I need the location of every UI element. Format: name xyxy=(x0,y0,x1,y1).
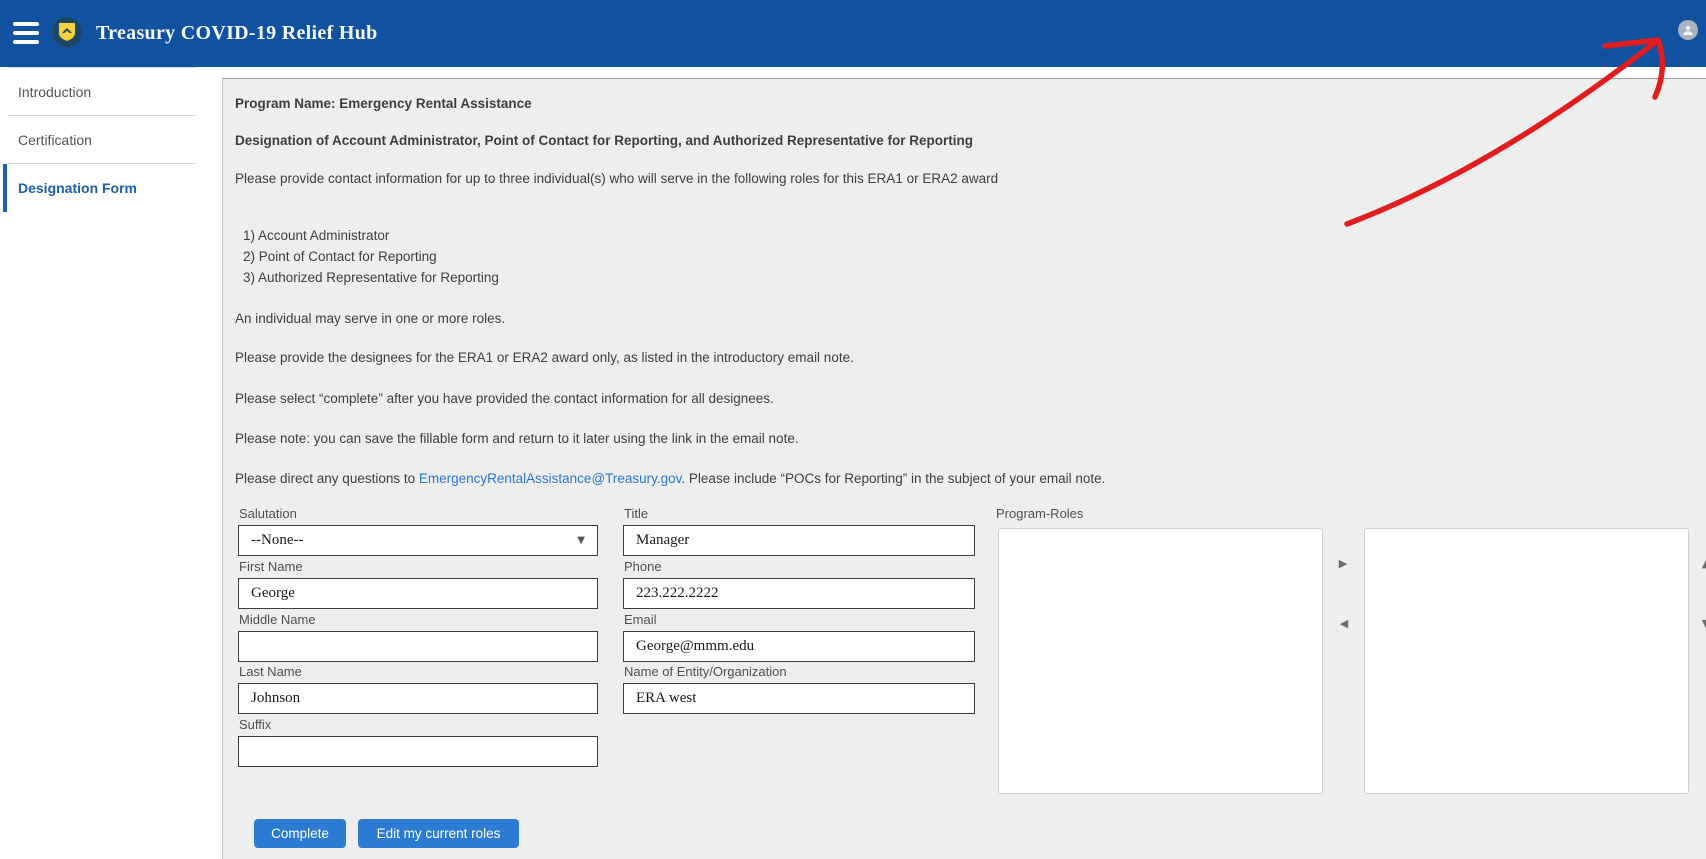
title-field: Title xyxy=(623,525,975,556)
phone-input[interactable] xyxy=(623,578,975,609)
suffix-label: Suffix xyxy=(239,717,271,732)
suffix-field: Suffix xyxy=(238,736,598,767)
move-left-button[interactable]: ◀ xyxy=(1336,616,1352,632)
salutation-selected-value: --None-- xyxy=(251,532,303,549)
roles-list-item: 3) Authorized Representative for Reporti… xyxy=(243,267,499,288)
roles-list-item: 2) Point of Contact for Reporting xyxy=(243,246,499,267)
first-name-field: First Name xyxy=(238,578,598,609)
middle-name-input[interactable] xyxy=(238,631,598,662)
email-input[interactable] xyxy=(623,631,975,662)
treasury-shield-icon xyxy=(52,17,82,47)
edit-current-roles-button[interactable]: Edit my current roles xyxy=(358,819,519,848)
salutation-field: Salutation --None-- ▼ xyxy=(238,525,598,556)
salutation-label: Salutation xyxy=(239,506,297,521)
content-panel: Program Name: Emergency Rental Assistanc… xyxy=(222,78,1706,859)
email-link[interactable]: EmergencyRentalAssistance@Treasury.gov xyxy=(419,471,682,486)
complete-button[interactable]: Complete xyxy=(254,819,346,848)
roles-list: 1) Account Administrator 2) Point of Con… xyxy=(243,225,499,288)
middle-name-field: Middle Name xyxy=(238,631,598,662)
first-name-input[interactable] xyxy=(238,578,598,609)
note-one-or-more-roles: An individual may serve in one or more r… xyxy=(235,310,1686,328)
organization-label: Name of Entity/Organization xyxy=(624,664,787,679)
note-select-complete: Please select “complete” after you have … xyxy=(235,390,1686,408)
last-name-field: Last Name xyxy=(238,683,598,714)
program-roles-chosen-listbox[interactable] xyxy=(1364,528,1689,794)
designation-heading: Designation of Account Administrator, Po… xyxy=(235,132,1686,150)
active-indicator-bar xyxy=(3,164,7,212)
move-up-button[interactable]: ▲ xyxy=(1698,556,1706,572)
note-designees: Please provide the designees for the ERA… xyxy=(235,349,1686,367)
program-name-text: Program Name: Emergency Rental Assistanc… xyxy=(235,95,1686,113)
email-field: Email xyxy=(623,631,975,662)
last-name-label: Last Name xyxy=(239,664,302,679)
roles-list-item: 1) Account Administrator xyxy=(243,225,499,246)
sidebar-nav: Introduction Certification Designation F… xyxy=(0,67,212,859)
questions-before: Please direct any questions to xyxy=(235,471,419,486)
phone-label: Phone xyxy=(624,559,662,574)
last-name-input[interactable] xyxy=(238,683,598,714)
app-title: Treasury COVID-19 Relief Hub xyxy=(96,0,378,67)
sidebar-item-label: Designation Form xyxy=(18,180,137,196)
move-right-button[interactable]: ▶ xyxy=(1335,556,1351,572)
title-label: Title xyxy=(624,506,648,521)
organization-field: Name of Entity/Organization xyxy=(623,683,975,714)
middle-name-label: Middle Name xyxy=(239,612,316,627)
first-name-label: First Name xyxy=(239,559,303,574)
questions-line: Please direct any questions to Emergency… xyxy=(235,470,1686,488)
sidebar-item-label: Certification xyxy=(18,132,92,148)
title-input[interactable] xyxy=(623,525,975,556)
email-label: Email xyxy=(624,612,657,627)
note-save-form: Please note: you can save the fillable f… xyxy=(235,430,1686,448)
suffix-input[interactable] xyxy=(238,736,598,767)
sidebar-item-certification[interactable]: Certification xyxy=(8,115,195,163)
sidebar-item-label: Introduction xyxy=(18,84,91,100)
organization-input[interactable] xyxy=(623,683,975,714)
sidebar-item-designation-form[interactable]: Designation Form xyxy=(8,163,195,211)
salutation-select[interactable]: --None-- ▼ xyxy=(238,525,598,556)
move-down-button[interactable]: ▼ xyxy=(1698,616,1706,632)
dropdown-arrow-icon: ▼ xyxy=(577,535,585,546)
program-roles-available-listbox[interactable] xyxy=(998,528,1323,794)
sidebar-item-introduction[interactable]: Introduction xyxy=(8,67,195,115)
user-avatar-icon[interactable] xyxy=(1678,20,1698,40)
questions-after: . Please include “POCs for Reporting” in… xyxy=(681,471,1105,486)
app-header: Treasury COVID-19 Relief Hub xyxy=(0,0,1706,67)
hamburger-menu-icon[interactable] xyxy=(13,22,39,44)
phone-field: Phone xyxy=(623,578,975,609)
intro-text: Please provide contact information for u… xyxy=(235,170,1686,188)
program-roles-label: Program-Roles xyxy=(996,506,1083,521)
